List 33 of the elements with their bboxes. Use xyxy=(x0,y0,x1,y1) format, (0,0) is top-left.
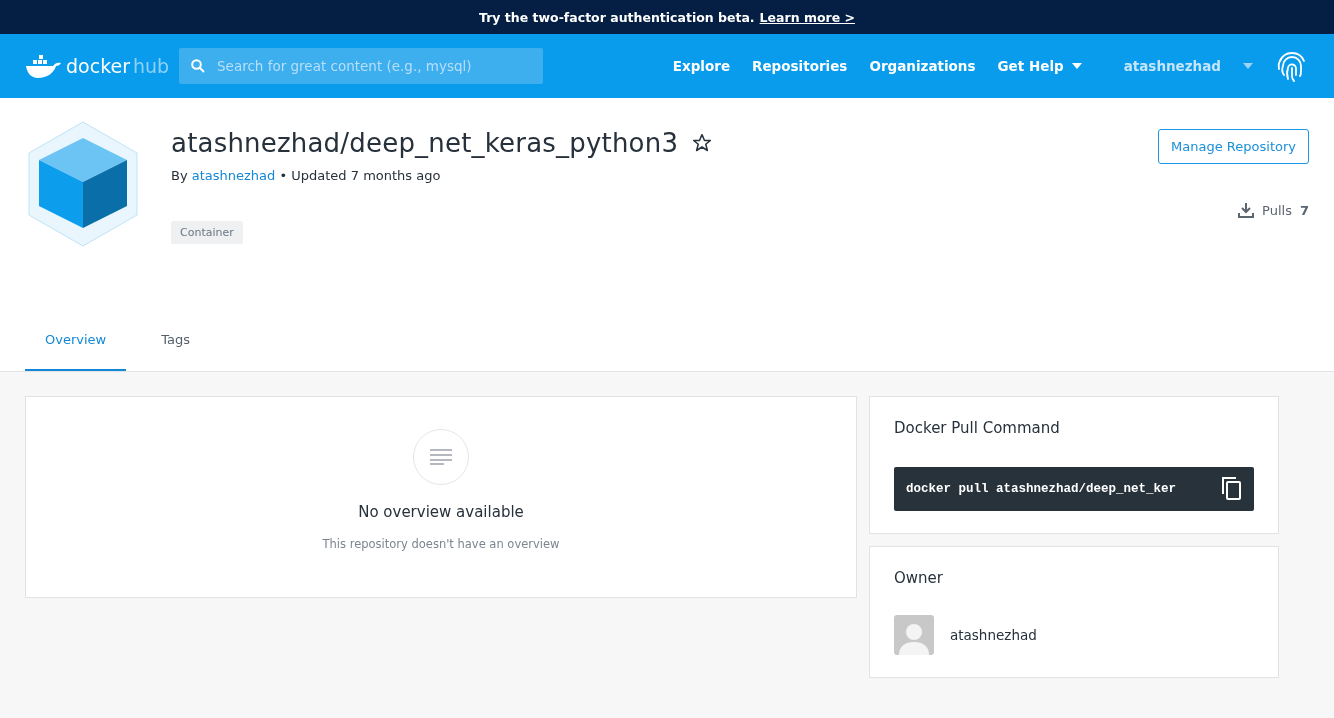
nav-link[interactable]: Explore xyxy=(672,58,731,74)
pulls-count: 7 xyxy=(1299,202,1309,218)
manage-repository-button[interactable]: Manage Repository xyxy=(1158,129,1309,164)
owner-link[interactable]: atashnezhad xyxy=(191,168,276,183)
category-tag: Container xyxy=(171,221,243,244)
tab[interactable]: Tags xyxy=(141,308,210,371)
pulls-label: Pulls xyxy=(1262,202,1292,218)
search-icon xyxy=(191,59,205,73)
owner-name: atashnezhad xyxy=(950,627,1037,643)
copy-icon[interactable] xyxy=(1222,477,1242,501)
card-title: Docker Pull Command xyxy=(894,419,1061,437)
command-text: docker pull atashnezhad/deep_net_ker xyxy=(906,482,1177,496)
search-field[interactable]: Search for great content (e.g., mysql) xyxy=(179,48,543,84)
star-icon[interactable] xyxy=(692,133,713,153)
empty-state-title: No overview available xyxy=(358,503,524,521)
tab[interactable]: Overview xyxy=(25,308,127,371)
nav-link[interactable]: Get Help xyxy=(997,58,1082,74)
logo-docker-text: docker xyxy=(66,55,130,77)
banner-text: Try the two-factor authentication beta. xyxy=(479,9,755,25)
repository-meta: By atashnezhad • Updated 7 months ago xyxy=(171,168,442,183)
logo-hub-text: hub xyxy=(132,55,170,77)
caret-icon xyxy=(1243,63,1253,69)
avatar-placeholder xyxy=(894,615,934,655)
download-icon xyxy=(1238,202,1255,218)
nav-link[interactable]: Organizations xyxy=(869,58,976,74)
search-input[interactable]: Search for great content (e.g., mysql) xyxy=(215,57,531,75)
card-title: Owner xyxy=(894,569,944,587)
empty-state-subtitle: This repository doesn't have an overview xyxy=(322,537,560,551)
repository-title: atashnezhad/deep_net_keras_python3 xyxy=(171,128,679,158)
nav-link[interactable]: Repositories xyxy=(752,58,848,74)
learn-more-link[interactable]: Learn more > xyxy=(759,9,855,25)
whale-logo-icon xyxy=(25,53,63,79)
user-menu[interactable]: atashnezhad xyxy=(1123,58,1221,74)
